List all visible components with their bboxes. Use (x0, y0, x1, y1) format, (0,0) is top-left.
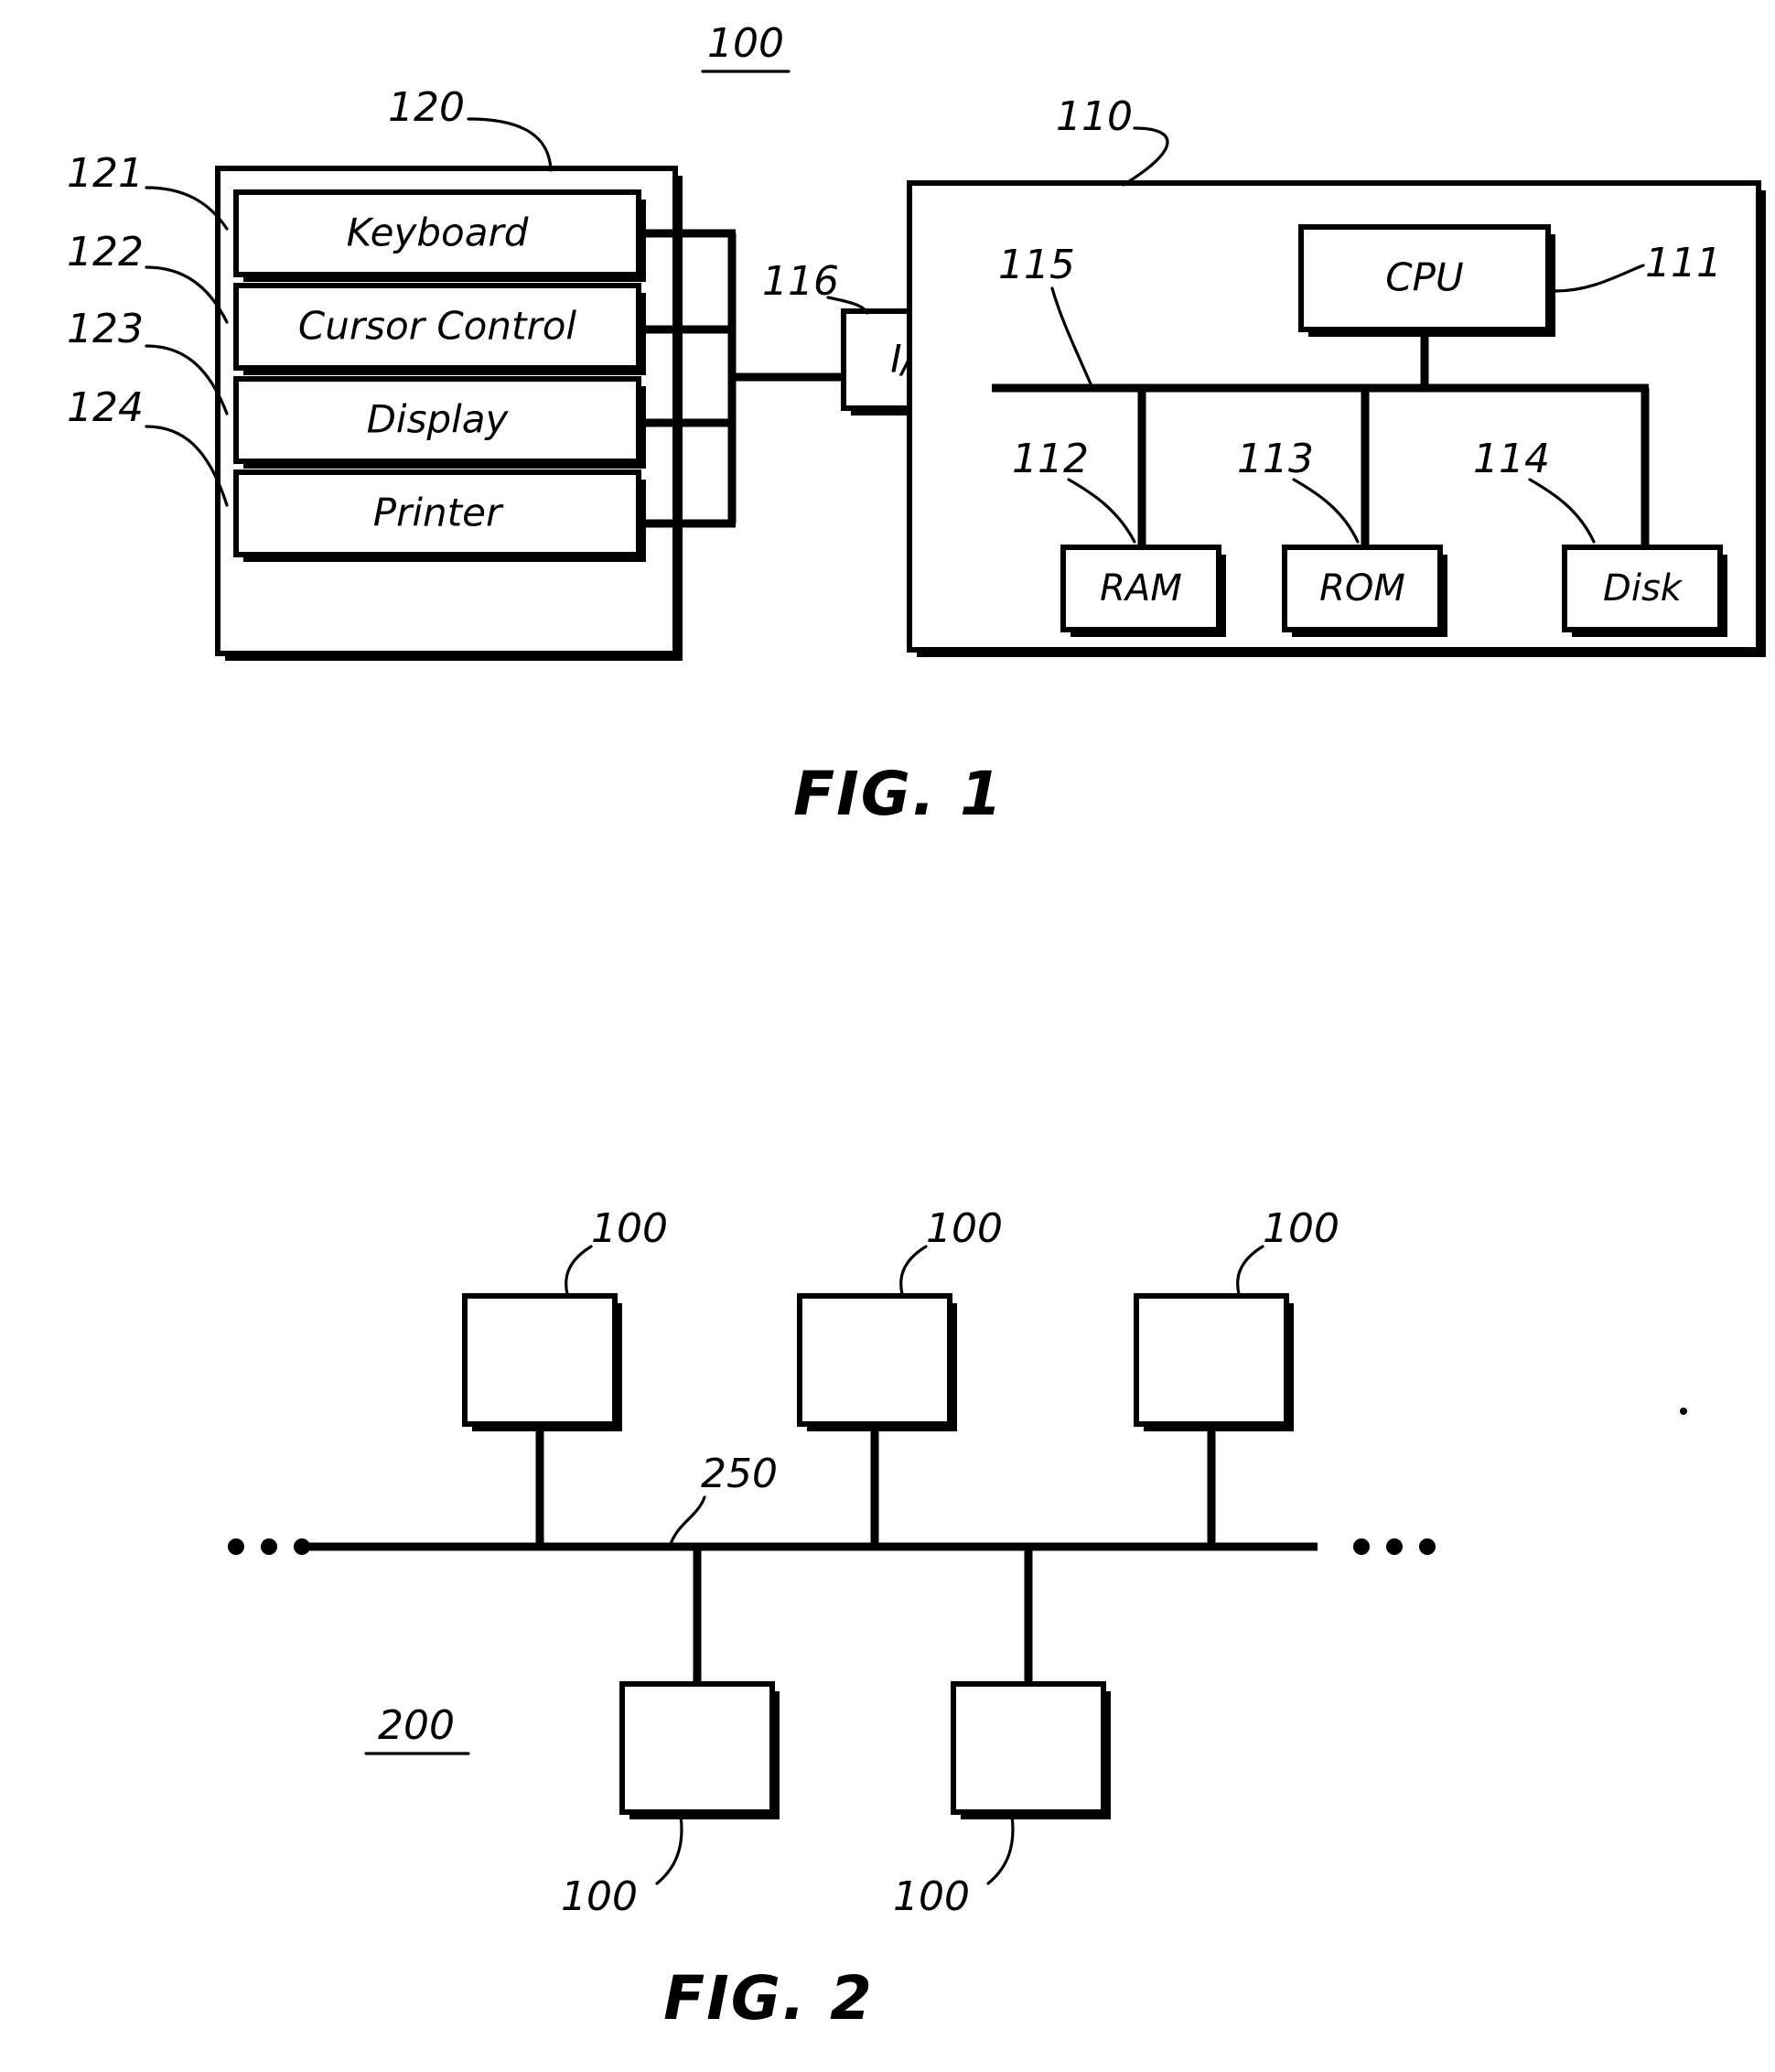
cursor-control-label: Cursor Control (298, 304, 576, 349)
ref-label-110: 110 (1056, 93, 1133, 140)
ref-label-node-top-1: 100 (591, 1205, 668, 1252)
display-label: Display (367, 397, 510, 442)
node-box (462, 1293, 618, 1427)
cpu-block[interactable]: CPU (1298, 224, 1555, 337)
ref-label-100: 100 (707, 20, 784, 67)
drawing-canvas: 100 120 Keyboard 121 Cursor Control 122 … (67, 20, 1766, 2034)
ellipsis-dot (294, 1538, 310, 1555)
ref-node-top-1-leader (565, 1245, 593, 1296)
ram-label: RAM (1100, 567, 1182, 610)
rom-block[interactable]: ROM (1282, 545, 1447, 637)
figure-2-caption: FIG. 2 (663, 1963, 874, 2034)
peripheral-keyboard[interactable]: Keyboard (233, 189, 646, 282)
ref-label-113: 113 (1237, 436, 1314, 482)
ram-block[interactable]: RAM (1060, 545, 1226, 637)
printer-label: Printer (373, 491, 504, 535)
figure-2: 250 200 100 100 100 100 100 FIG. 2 (228, 1205, 1687, 2034)
figure-1: 100 120 Keyboard 121 Cursor Control 122 … (67, 20, 1766, 829)
figure-1-caption: FIG. 1 (793, 759, 1004, 829)
ellipsis-dot (261, 1538, 277, 1555)
node-box (797, 1293, 952, 1427)
node-box (951, 1681, 1106, 1815)
ref-label-node-top-2: 100 (926, 1205, 1003, 1252)
ref-label-node-bottom-2: 100 (893, 1873, 970, 1920)
peripheral-display[interactable]: Display (233, 376, 646, 469)
ref-label-112: 112 (1012, 436, 1089, 482)
ref-label-121: 121 (67, 150, 144, 197)
patent-drawing-sheet: 100 120 Keyboard 121 Cursor Control 122 … (0, 0, 1775, 2072)
ref-122-leader (145, 265, 229, 324)
disk-block[interactable]: Disk (1562, 545, 1727, 637)
ref-label-250: 250 (701, 1451, 778, 1497)
peripheral-group-120: 120 Keyboard 121 Cursor Control 122 Disp… (67, 84, 683, 661)
ref-node-bottom-1-leader (655, 1814, 683, 1885)
ref-250-leader (668, 1495, 706, 1549)
peripheral-cursor-control[interactable]: Cursor Control (233, 283, 646, 375)
ref-label-111: 111 (1645, 240, 1722, 286)
keyboard-label: Keyboard (347, 210, 529, 255)
ref-label-120: 120 (388, 84, 465, 131)
ref-200-network: 200 (364, 1702, 470, 1755)
network-node-bottom-1[interactable] (619, 1547, 780, 1819)
network-node-top-2[interactable] (797, 1293, 957, 1547)
rom-label: ROM (1319, 567, 1405, 610)
node-box (619, 1681, 775, 1815)
network-node-top-3[interactable] (1134, 1293, 1294, 1547)
ref-label-123: 123 (67, 306, 144, 352)
ref-node-top-2-leader (899, 1245, 928, 1296)
peripheral-printer[interactable]: Printer (233, 469, 646, 562)
ref-100-system: 100 (701, 20, 791, 73)
ref-label-124: 124 (67, 384, 144, 431)
ref-label-node-bottom-1: 100 (561, 1873, 638, 1920)
ref-label-122: 122 (67, 229, 144, 275)
bus-ellipsis-left (228, 1538, 310, 1555)
ellipsis-dot (1353, 1538, 1370, 1555)
bus-ellipsis-right (1353, 1538, 1436, 1555)
ref-label-114: 114 (1473, 436, 1550, 482)
ellipsis-dot (1386, 1538, 1403, 1555)
ref-120-leader (467, 117, 553, 172)
disk-label: Disk (1603, 567, 1684, 610)
stray-mark (1680, 1408, 1687, 1415)
cpu-label: CPU (1385, 255, 1463, 300)
network-node-top-1[interactable] (462, 1293, 622, 1547)
ref-label-115: 115 (998, 242, 1075, 288)
ref-123-leader (145, 344, 229, 415)
ref-124-leader (145, 425, 229, 507)
node-box (1134, 1293, 1289, 1427)
ellipsis-dot (1419, 1538, 1436, 1555)
ref-node-bottom-2-leader (986, 1814, 1015, 1885)
ref-label-node-top-3: 100 (1263, 1205, 1339, 1252)
network-node-bottom-2[interactable] (951, 1547, 1111, 1819)
ref-label-200: 200 (378, 1702, 455, 1749)
ref-121-leader (145, 186, 229, 231)
ellipsis-dot (228, 1538, 244, 1555)
ref-node-top-3-leader (1236, 1245, 1264, 1296)
